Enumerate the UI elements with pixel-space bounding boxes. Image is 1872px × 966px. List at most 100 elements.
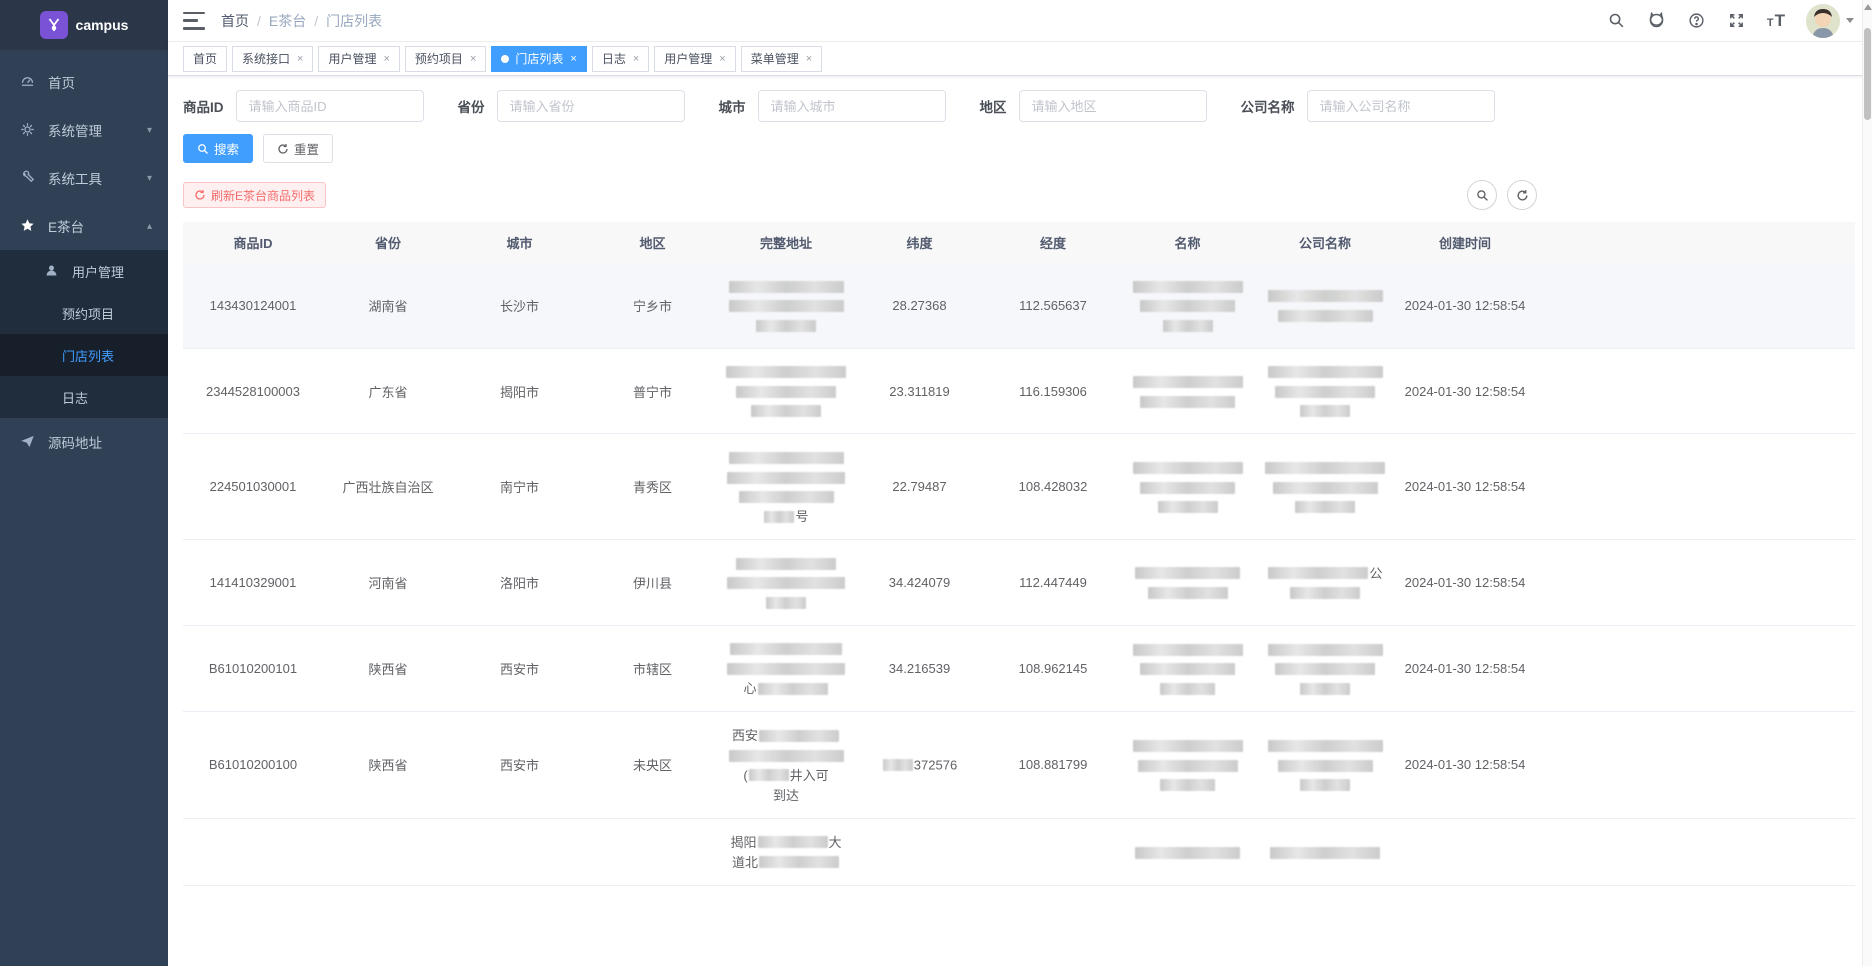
page-scrollbar[interactable] [1862, 0, 1872, 966]
tab-reservation-projects[interactable]: 预约项目 × [404, 45, 487, 72]
col-district: 地区 [586, 222, 719, 263]
sidebar-item-user-management[interactable]: 用户管理 [0, 250, 168, 292]
redacted-line [723, 553, 849, 573]
tab-user-management-2[interactable]: 用户管理 × [654, 45, 736, 72]
close-icon[interactable]: × [470, 53, 476, 65]
sidebar-item-source-code[interactable]: 源码地址 [0, 418, 168, 466]
redacted-line [1259, 401, 1391, 421]
redacted-line [1124, 563, 1251, 583]
store-table: 商品ID 省份 城市 地区 完整地址 纬度 经度 名称 公司名称 创建时间 14… [183, 222, 1855, 886]
cell-city: 洛阳市 [453, 539, 586, 626]
redacted-bar [882, 758, 913, 771]
redacted-line [1124, 315, 1251, 335]
sidebar-item-label: E茶台 [48, 220, 85, 235]
cell-created: 2024-01-30 12:58:54 [1395, 433, 1535, 541]
avatar [1806, 3, 1840, 38]
address-fragment: 到达 [772, 787, 799, 803]
sidebar-item-system-management[interactable]: 系统管理 ▾ [0, 106, 168, 154]
city-input[interactable] [757, 90, 946, 122]
breadcrumb-home[interactable]: 首页 [221, 11, 249, 31]
redacted-bar [1135, 846, 1240, 859]
fullscreen-icon[interactable] [1727, 11, 1747, 31]
redacted-line: 揭阳 大 [723, 832, 849, 852]
redacted-bar [756, 319, 816, 332]
toggle-search-button[interactable] [1467, 180, 1497, 210]
col-latitude: 纬度 [853, 222, 986, 263]
tab-label: 用户管理 [328, 52, 377, 66]
close-icon[interactable]: × [633, 53, 639, 65]
chevron-up-icon: ▴ [146, 220, 152, 232]
tab-system-api[interactable]: 系统接口 × [232, 45, 314, 72]
user-menu[interactable] [1806, 3, 1854, 38]
cell-longitude: 108.881799 [986, 711, 1120, 819]
tab-store-list[interactable]: 门店列表 × [491, 45, 587, 72]
table-row: 143430124001 湖南省 长沙市 宁乡市 28.27368 112.56… [183, 263, 1855, 349]
tab-home[interactable]: 首页 [183, 45, 228, 72]
cell-company-redacted [1255, 711, 1395, 819]
cell-address-redacted: 号 [719, 433, 853, 541]
redacted-bar [1137, 759, 1238, 772]
sidebar-item-reservation-projects[interactable]: 预约项目 [0, 292, 168, 334]
sidebar-item-system-tools[interactable]: 系统工具 ▾ [0, 154, 168, 202]
close-icon[interactable]: × [719, 53, 725, 65]
close-icon[interactable]: × [570, 53, 576, 65]
redacted-line [1124, 296, 1251, 316]
redacted-line [1124, 639, 1251, 659]
scroll-up-arrow[interactable] [1864, 4, 1872, 10]
cell-company-redacted [1255, 625, 1395, 713]
tab-user-management[interactable]: 用户管理 × [318, 45, 400, 72]
cell-province: 河南省 [323, 539, 453, 626]
close-icon[interactable]: × [806, 53, 812, 65]
redacted-line [723, 296, 849, 316]
reset-button-label: 重置 [294, 143, 320, 157]
product-id-input[interactable] [235, 90, 424, 122]
cell-address-redacted: 西安 (井入可 到达 [719, 711, 853, 819]
province-input[interactable] [496, 90, 685, 122]
cell-address-redacted: 揭阳 大 道北 [719, 818, 853, 886]
redacted-bar [1267, 740, 1383, 753]
tab-menu-management[interactable]: 菜单管理 × [740, 45, 823, 72]
help-icon[interactable] [1687, 11, 1707, 31]
sidebar-item-logs[interactable]: 日志 [0, 376, 168, 418]
search-button[interactable]: 搜索 [183, 134, 254, 163]
field-label: 公司名称 [1240, 100, 1295, 115]
cell-province: 广东省 [323, 348, 453, 435]
redacted-line: 号 [723, 506, 849, 526]
redacted-bar [1132, 280, 1243, 293]
sidebar-item-store-list[interactable]: 门店列表 [0, 334, 168, 376]
font-size-icon[interactable]: TT [1767, 11, 1786, 31]
github-icon[interactable] [1647, 11, 1667, 31]
redacted-bar [1160, 779, 1215, 792]
refresh-product-list-button[interactable]: 刷新E茶台商品列表 [183, 182, 327, 208]
cell-longitude [986, 818, 1120, 886]
tab-label: 用户管理 [664, 52, 713, 66]
col-created: 创建时间 [1395, 222, 1535, 263]
refresh-icon [195, 190, 205, 200]
table-row: 揭阳 大 道北 [183, 818, 1855, 886]
tab-logs[interactable]: 日志 × [591, 45, 650, 72]
search-icon [1476, 189, 1488, 201]
close-icon[interactable]: × [383, 53, 389, 65]
gear-icon [20, 122, 36, 138]
cell-name-redacted [1120, 625, 1255, 713]
sidebar-item-label: 用户管理 [72, 264, 125, 280]
hamburger-icon[interactable] [183, 11, 205, 30]
app-logo[interactable]: campus [0, 0, 168, 50]
redacted-line: 到达 [723, 785, 849, 805]
company-input[interactable] [1306, 90, 1495, 122]
address-fragment: 心 [743, 681, 757, 696]
reset-button[interactable]: 重置 [263, 134, 334, 163]
refresh-table-button[interactable] [1507, 180, 1537, 210]
cell-province: 陕西省 [323, 711, 453, 819]
close-icon[interactable]: × [297, 53, 303, 65]
redacted-bar [764, 510, 795, 523]
col-province: 省份 [323, 222, 453, 263]
redacted-line [723, 658, 849, 678]
col-city: 城市 [453, 222, 586, 263]
district-input[interactable] [1018, 90, 1207, 122]
redacted-bar [1300, 682, 1350, 695]
scrollbar-thumb[interactable] [1864, 28, 1871, 120]
sidebar-item-home[interactable]: 首页 [0, 58, 168, 106]
sidebar-item-echatai[interactable]: E茶台 ▴ [0, 202, 168, 250]
search-icon[interactable] [1607, 11, 1627, 31]
